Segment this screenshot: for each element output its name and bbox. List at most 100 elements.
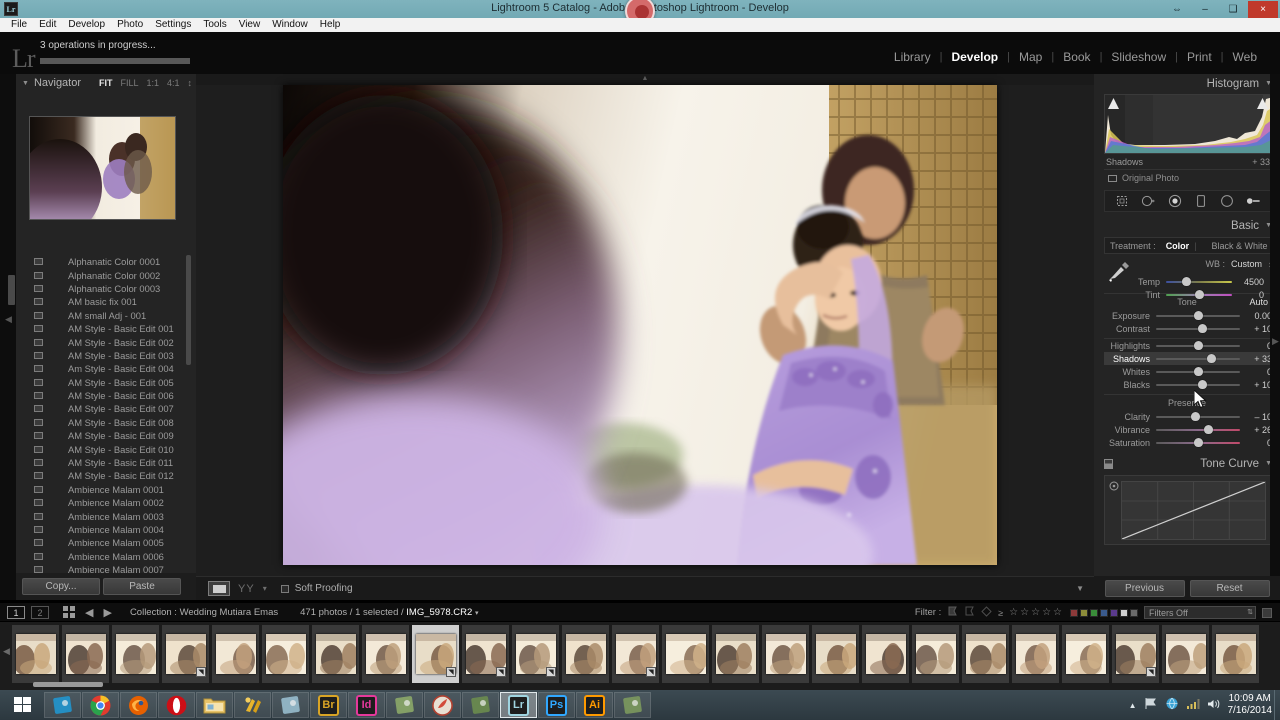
filmstrip-thumbnail[interactable]: ◥	[1112, 625, 1159, 683]
point-curve-icon[interactable]	[1104, 459, 1113, 472]
filmstrip-thumbnail[interactable]: ◥	[612, 625, 659, 683]
filmstrip-left-arrow-icon[interactable]: ◀	[3, 646, 10, 657]
restore-window-button[interactable]: ⇔	[1164, 1, 1190, 18]
filmstrip-thumbnail[interactable]	[762, 625, 809, 683]
preset-item[interactable]: Ambience Malam 0003	[16, 509, 190, 522]
preset-item[interactable]: AM Style - Basic Edit 005	[16, 376, 190, 389]
slider-knob[interactable]	[1181, 277, 1191, 286]
filters-dropdown[interactable]: Filters Off ⇅	[1144, 606, 1256, 619]
slider-blacks[interactable]: Blacks + 10	[1104, 378, 1272, 391]
taskbar-app-adobe-indesign[interactable]: Id	[348, 692, 385, 718]
wb-value[interactable]: Custom	[1231, 259, 1262, 269]
windows-start-icon[interactable]	[0, 690, 44, 720]
menu-item-view[interactable]: View	[233, 18, 267, 32]
module-print[interactable]: Print	[1178, 50, 1221, 64]
preset-item[interactable]: Alphanatic Color 0003	[16, 282, 190, 295]
filmstrip-thumbnail[interactable]	[862, 625, 909, 683]
slider-track[interactable]	[1156, 437, 1240, 448]
slider-shadows[interactable]: Shadows + 33	[1104, 352, 1272, 365]
preset-item[interactable]: Ambience Malam 0002	[16, 496, 190, 509]
module-book[interactable]: Book	[1054, 50, 1099, 64]
slider-value[interactable]: 0	[1240, 367, 1272, 377]
slider-whites[interactable]: Whites 0	[1104, 365, 1272, 378]
tone-curve-graph[interactable]	[1104, 475, 1272, 545]
module-web[interactable]: Web	[1224, 50, 1266, 64]
right-panel-edge[interactable]: ▶	[1270, 74, 1280, 600]
action-center-icon[interactable]	[1144, 697, 1158, 713]
slider-value[interactable]: + 26	[1240, 425, 1272, 435]
top-panel-collapse-icon[interactable]: ▲	[642, 75, 649, 82]
basic-panel-header[interactable]: Basic ▼	[1094, 216, 1280, 235]
module-develop[interactable]: Develop	[942, 50, 1007, 64]
filmstrip-thumbnail[interactable]	[812, 625, 859, 683]
crop-tool-icon[interactable]	[1115, 194, 1130, 209]
toolbar-caret-icon[interactable]: ▾	[263, 584, 267, 593]
preset-item[interactable]: Ambience Malam 0004	[16, 523, 190, 536]
slider-knob[interactable]	[1194, 311, 1203, 320]
menu-item-edit[interactable]: Edit	[33, 18, 62, 32]
rating-stars[interactable]: ☆☆☆☆☆	[1009, 607, 1064, 618]
pick-flag-icon[interactable]	[947, 606, 958, 620]
go-forward-arrow-icon[interactable]: ▶	[103, 606, 111, 619]
slider-value[interactable]: + 10	[1240, 324, 1272, 334]
menu-item-file[interactable]: File	[5, 18, 33, 32]
slider-track[interactable]	[1156, 353, 1240, 364]
preset-item[interactable]: AM Style - Basic Edit 011	[16, 456, 190, 469]
preset-item[interactable]: AM small Adj - 001	[16, 309, 190, 322]
tray-expand-icon[interactable]: ▲	[1129, 701, 1137, 710]
slider-track[interactable]	[1156, 379, 1240, 390]
color-label-swatch[interactable]	[1100, 608, 1108, 617]
rating-prefix[interactable]: ≥	[998, 608, 1003, 618]
slider-vibrance[interactable]: Vibrance + 26	[1104, 423, 1272, 436]
color-label-swatch[interactable]	[1110, 608, 1118, 617]
filename-caret-icon[interactable]: ▾	[475, 610, 479, 617]
toolbar-panel-caret-icon[interactable]: ▼	[1076, 584, 1084, 593]
taskbar-app-media-app[interactable]	[462, 692, 499, 718]
navigator-zoom-4-1[interactable]: 4:1	[167, 78, 180, 88]
slider-track[interactable]	[1156, 424, 1240, 435]
radial-filter-tool-icon[interactable]	[1220, 194, 1235, 209]
navigator-preview[interactable]	[29, 116, 176, 220]
taskbar-app-adobe-lightroom[interactable]: Lr	[500, 692, 537, 718]
target-adjust-icon[interactable]	[1109, 481, 1119, 494]
preset-item[interactable]: Ambience Malam 0007	[16, 563, 190, 573]
filmstrip-thumbnail[interactable]: ◥	[162, 625, 209, 683]
preset-item[interactable]: AM Style - Basic Edit 006	[16, 389, 190, 402]
histogram-header[interactable]: Histogram ▼	[1094, 74, 1280, 93]
adjustment-brush-tool-icon[interactable]	[1246, 194, 1261, 209]
filmstrip-thumbnail[interactable]	[1062, 625, 1109, 683]
taskbar-app-adobe-photoshop[interactable]: Ps	[538, 692, 575, 718]
unflagged-icon[interactable]	[981, 605, 992, 620]
presets-list[interactable]: Alphanatic Color 0001 Alphanatic Color 00…	[16, 255, 190, 573]
close-window-button[interactable]: ×	[1248, 0, 1278, 18]
slider-track[interactable]	[1156, 310, 1240, 321]
red-eye-tool-icon[interactable]	[1167, 194, 1182, 209]
taskbar-app-image-editor[interactable]	[614, 692, 651, 718]
slider-clarity[interactable]: Clarity – 10	[1104, 410, 1272, 423]
menu-item-settings[interactable]: Settings	[149, 18, 197, 32]
presets-scrollbar[interactable]	[186, 255, 191, 365]
white-balance-selector-icon[interactable]	[1106, 260, 1132, 287]
thumbnail-badge-icon[interactable]: ◥	[546, 667, 556, 677]
navigator-zoom-fit[interactable]: FIT	[99, 78, 113, 88]
taskbar-app-adobe-illustrator[interactable]: Ai	[576, 692, 613, 718]
filmstrip-thumbnail[interactable]	[712, 625, 759, 683]
filmstrip-thumbnail[interactable]	[62, 625, 109, 683]
slider-knob[interactable]	[1198, 380, 1208, 389]
slider-value[interactable]: 0	[1240, 438, 1272, 448]
collection-label[interactable]: Collection : Wedding Mutiara Emas	[130, 607, 278, 618]
filmstrip-thumbnail[interactable]: ◥	[462, 625, 509, 683]
left-panel-edge[interactable]: ◀	[0, 74, 16, 600]
minimize-window-button[interactable]: –	[1192, 1, 1218, 18]
slider-track[interactable]	[1156, 323, 1240, 334]
top-panel-toggle-bar[interactable]: ▲	[196, 74, 1094, 85]
color-label-swatch[interactable]	[1080, 608, 1088, 617]
filmstrip-thumbnail[interactable]	[912, 625, 959, 683]
module-library[interactable]: Library	[885, 50, 940, 64]
left-panel-scroll-handle[interactable]	[8, 275, 15, 305]
spot-removal-tool-icon[interactable]	[1141, 194, 1156, 209]
slider-track[interactable]	[1166, 276, 1232, 287]
slider-track[interactable]	[1156, 366, 1240, 377]
taskbar-app-nero-burning[interactable]	[424, 692, 461, 718]
copy-settings-button[interactable]: Copy...	[22, 578, 100, 595]
